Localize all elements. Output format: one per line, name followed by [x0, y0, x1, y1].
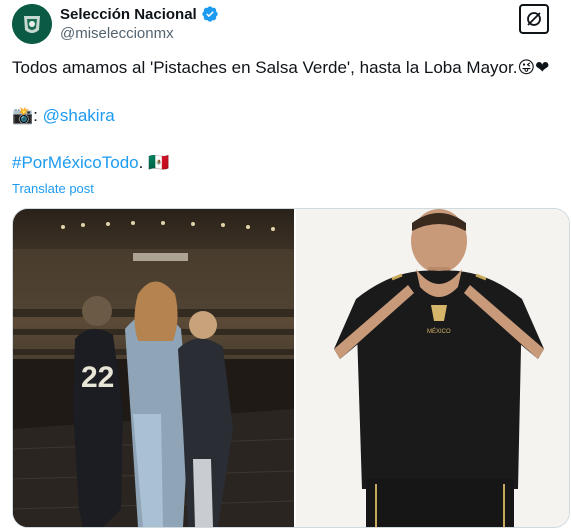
- photo-player[interactable]: MÉXICO: [296, 209, 569, 527]
- post-text-line3: #PorMéxicoTodo. 🇲🇽: [12, 152, 169, 174]
- period-text: .: [138, 153, 144, 172]
- wink-heart-emoji: 😜❤: [517, 58, 550, 78]
- svg-text:MÉXICO: MÉXICO: [427, 328, 451, 335]
- camera-icon: 📸: [12, 106, 34, 126]
- player-photo-image: MÉXICO: [296, 209, 569, 527]
- hashtag-link[interactable]: #PorMéxicoTodo: [12, 153, 139, 172]
- display-name[interactable]: Selección Nacional: [60, 6, 197, 23]
- colon-text: :: [33, 106, 38, 125]
- translate-post-link[interactable]: Translate post: [12, 181, 94, 196]
- avatar[interactable]: [12, 4, 52, 44]
- grok-icon: [527, 12, 541, 26]
- svg-text:22: 22: [81, 361, 114, 394]
- post-text-line2: 📸: @shakira: [12, 105, 115, 127]
- federation-logo-icon: [12, 4, 52, 44]
- post-text: Todos amamos al 'Pistaches en Salsa Verd…: [12, 58, 518, 77]
- photo-stadium[interactable]: 22: [13, 209, 294, 527]
- handle[interactable]: @miseleccionmx: [60, 25, 174, 42]
- media-grid: 22 MÉXICO: [12, 208, 570, 528]
- mexico-flag-icon: 🇲🇽: [148, 153, 170, 173]
- verified-badge-icon: [202, 6, 218, 22]
- post-text-line1: Todos amamos al 'Pistaches en Salsa Verd…: [12, 57, 549, 79]
- post-header: Selección Nacional @miseleccionmx: [12, 4, 559, 44]
- grok-button[interactable]: [519, 4, 549, 34]
- mention-link[interactable]: @shakira: [43, 106, 115, 125]
- stadium-photo-image: 22: [13, 209, 294, 527]
